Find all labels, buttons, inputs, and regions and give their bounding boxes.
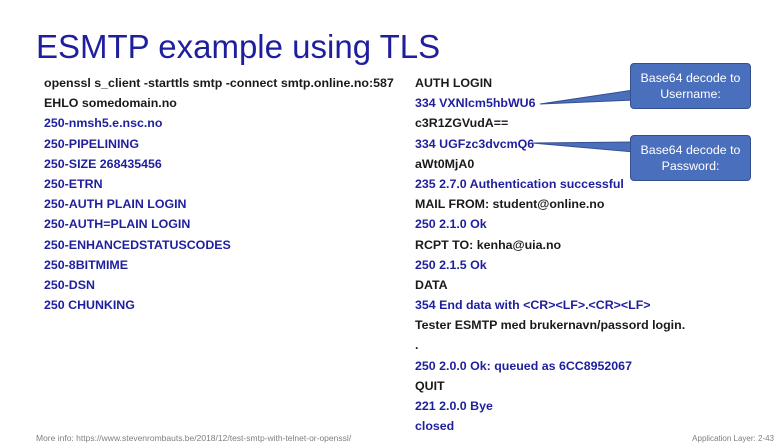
password-callout-line2: Password: [661,159,720,173]
footer-page-label: Application Layer: 2-43 [692,434,774,443]
password-callout: Base64 decode to Password: [630,135,751,181]
password-callout-line1: Base64 decode to [640,143,741,157]
username-callout: Base64 decode to Username: [630,63,751,109]
password-callout-pointer [531,141,635,153]
username-callout-line2: Username: [660,87,721,101]
footer-more-info: More info: https://www.stevenrombauts.be… [36,433,352,443]
username-callout-pointer [539,89,635,105]
username-callout-line1: Base64 decode to [640,71,741,85]
